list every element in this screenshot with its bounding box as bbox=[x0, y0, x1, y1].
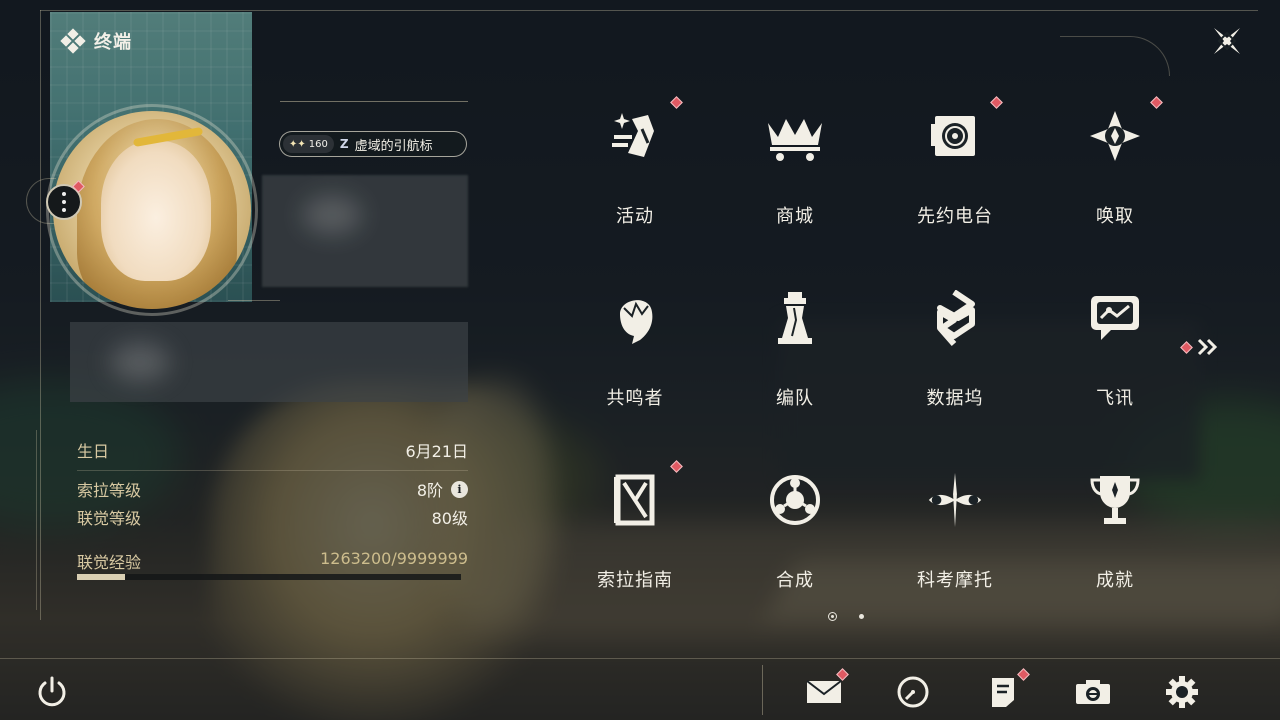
grid-tile-label: 数据坞 bbox=[926, 388, 984, 409]
bottom-separator bbox=[762, 665, 763, 715]
grid-tile[interactable]: 编队 bbox=[715, 274, 875, 456]
stat-value: 8阶 bbox=[416, 481, 443, 500]
grid-tile-label: 索拉指南 bbox=[597, 570, 673, 591]
blurred-signature-panel bbox=[70, 322, 468, 402]
mail-icon bbox=[806, 680, 842, 703]
avatar[interactable] bbox=[53, 111, 251, 309]
notification-dot bbox=[1150, 96, 1163, 109]
clock-button[interactable] bbox=[891, 670, 935, 714]
character-head-icon bbox=[603, 286, 667, 350]
data-dock-icon bbox=[923, 286, 987, 350]
experience-bar bbox=[77, 574, 461, 580]
divider-line bbox=[280, 101, 468, 102]
chess-piece-icon bbox=[763, 286, 827, 350]
grid-tile-label: 共鸣者 bbox=[606, 388, 664, 409]
notes-button[interactable] bbox=[981, 668, 1030, 714]
notes-icon bbox=[992, 678, 1014, 707]
motorbike-icon bbox=[923, 468, 987, 532]
grid-tile[interactable]: 索拉指南 bbox=[555, 456, 715, 638]
experience-bar-fill bbox=[77, 574, 126, 580]
double-chevron-right-icon bbox=[1197, 338, 1218, 356]
stat-value-wrap: 8阶 i bbox=[417, 477, 468, 501]
notification-dot bbox=[990, 96, 1003, 109]
frame-line-bottom bbox=[0, 658, 1280, 659]
stat-label: 索拉等级 bbox=[77, 481, 142, 500]
stat-value: 6月21日 bbox=[405, 442, 468, 461]
notification-dot bbox=[1180, 340, 1193, 354]
grid-tile[interactable]: 飞讯 bbox=[1035, 274, 1195, 456]
grid-tile-label: 唤取 bbox=[1096, 206, 1134, 227]
grid-tile[interactable]: 先约电台 bbox=[875, 92, 1035, 274]
grid-tile-label: 编队 bbox=[776, 388, 814, 409]
grid-tile-label: 飞讯 bbox=[1096, 388, 1134, 409]
chat-message-icon bbox=[1083, 286, 1147, 350]
function-grid: 活动 商城 先约电台 唤取共鸣者 编队 数据坞 飞讯索拉指南 合成 科考摩托 成就 bbox=[555, 92, 1195, 638]
grid-tile[interactable]: 共鸣者 bbox=[555, 274, 715, 456]
info-icon[interactable]: i bbox=[451, 480, 468, 498]
gear-icon bbox=[1166, 676, 1198, 708]
frame-line-top bbox=[40, 10, 1258, 11]
title-badge[interactable]: ✦✦ 160 Z 虚域的引航标 bbox=[279, 131, 467, 157]
grid-tile[interactable]: 科考摩托 bbox=[875, 456, 1035, 638]
level-number: 160 bbox=[308, 138, 328, 150]
title-name: 虚域的引航标 bbox=[354, 138, 433, 154]
page-indicator bbox=[828, 612, 864, 621]
grid-tile-label: 先约电台 bbox=[917, 206, 993, 227]
power-button[interactable] bbox=[33, 673, 71, 711]
frame-line-left bbox=[40, 10, 41, 620]
trophy-icon bbox=[1083, 468, 1147, 532]
settings-button[interactable] bbox=[1160, 670, 1204, 714]
grid-tile-label: 成就 bbox=[1096, 570, 1134, 591]
grid-tile[interactable]: 活动 bbox=[555, 92, 715, 274]
radio-player-icon bbox=[923, 104, 987, 168]
terminal-logo-icon bbox=[60, 28, 86, 54]
close-button[interactable] bbox=[1208, 22, 1246, 60]
stat-value: 80级 bbox=[431, 509, 468, 528]
guide-book-icon bbox=[603, 468, 667, 532]
more-dots-icon bbox=[62, 190, 66, 214]
close-icon bbox=[1214, 28, 1240, 54]
camera-icon bbox=[1076, 680, 1110, 704]
exp-label: 联觉经验 bbox=[77, 553, 142, 572]
camera-button[interactable] bbox=[1071, 670, 1115, 714]
blurred-info-panel bbox=[262, 175, 468, 287]
page-dot-active[interactable] bbox=[828, 612, 837, 621]
grid-tile-label: 合成 bbox=[776, 570, 814, 591]
grid-tile[interactable]: 合成 bbox=[715, 456, 875, 638]
power-icon bbox=[38, 676, 66, 707]
grid-tile[interactable]: 成就 bbox=[1035, 456, 1195, 638]
sparkle-icon: ✦✦ bbox=[289, 138, 306, 150]
stat-birthday: 生日 6月21日 bbox=[77, 436, 468, 464]
stat-label: 联觉等级 bbox=[77, 509, 142, 528]
level-chip: ✦✦ 160 bbox=[283, 135, 334, 153]
stat-sola-level: 索拉等级 8阶 i bbox=[77, 475, 468, 503]
clock-icon bbox=[897, 676, 929, 708]
stats-bracket bbox=[36, 430, 37, 610]
synthesis-ring-icon bbox=[763, 468, 827, 532]
shop-cart-icon bbox=[763, 104, 827, 168]
mail-button[interactable] bbox=[802, 668, 849, 714]
grid-tile-label: 科考摩托 bbox=[917, 570, 993, 591]
page-dot[interactable] bbox=[859, 614, 864, 619]
sparkle-activity-icon bbox=[603, 104, 667, 168]
grid-tile[interactable]: 数据坞 bbox=[875, 274, 1035, 456]
next-page-button[interactable] bbox=[1180, 338, 1219, 356]
notification-dot bbox=[670, 96, 683, 109]
stat-union-level: 联觉等级 80级 bbox=[77, 503, 468, 531]
stats-list: 生日 6月21日 索拉等级 8阶 i 联觉等级 80级 bbox=[77, 436, 468, 531]
notification-dot bbox=[670, 460, 683, 473]
exp-value: 1263200/9999999 bbox=[320, 549, 468, 568]
divider bbox=[77, 470, 468, 471]
badge-symbol-icon: Z bbox=[339, 137, 349, 151]
grid-tile-label: 活动 bbox=[616, 206, 654, 227]
experience-row: 联觉经验 1263200/9999999 bbox=[77, 549, 468, 573]
terminal-header: 终端 bbox=[60, 28, 132, 54]
grid-tile-label: 商城 bbox=[776, 206, 814, 227]
grid-tile[interactable]: 商城 bbox=[715, 92, 875, 274]
grid-tile[interactable]: 唤取 bbox=[1035, 92, 1195, 274]
stat-label: 生日 bbox=[77, 442, 110, 461]
page-title: 终端 bbox=[94, 32, 132, 53]
divider-line bbox=[228, 300, 280, 301]
compass-star-icon bbox=[1083, 104, 1147, 168]
